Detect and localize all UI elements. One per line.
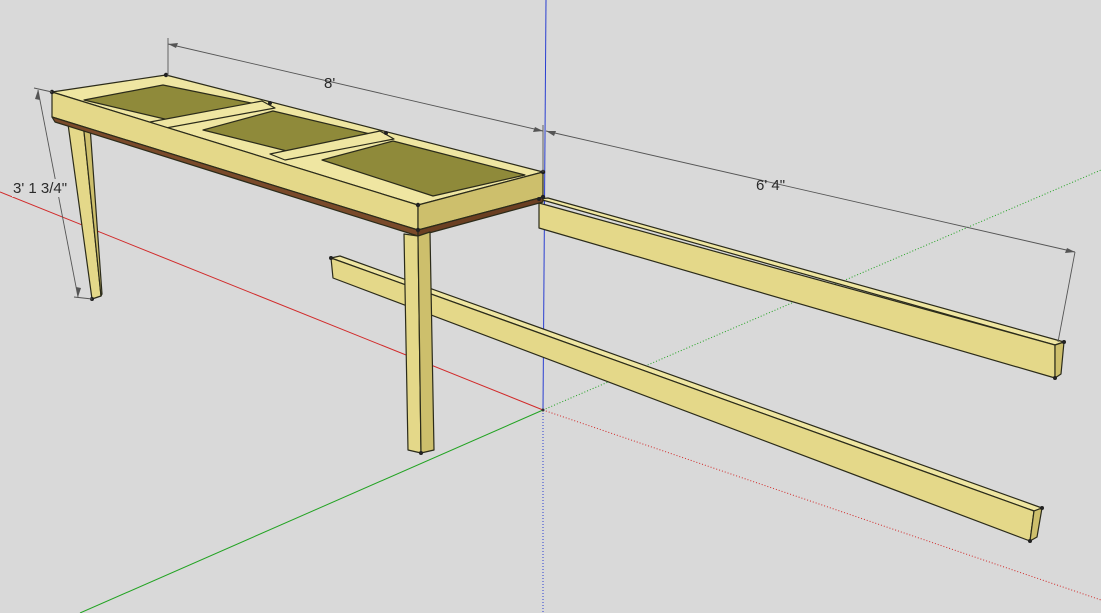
table-top[interactable] [51, 74, 544, 237]
dimension-length-label: 8' [324, 75, 335, 92]
leg-right[interactable] [403, 231, 435, 454]
y-axis-solid [79, 409, 544, 613]
dimension-span-label: 6' 4" [756, 177, 785, 194]
board-rear[interactable] [538, 197, 1065, 379]
board-front[interactable] [330, 255, 1043, 542]
dimension-height-label: 3' 1 3/4" [13, 180, 67, 197]
model-viewport[interactable]: 8' 6' 4" 3' 1 3/4" [0, 0, 1101, 613]
axis-origin-icon [541, 408, 545, 412]
model-canvas[interactable]: 8' 6' 4" 3' 1 3/4" [0, 0, 1101, 613]
